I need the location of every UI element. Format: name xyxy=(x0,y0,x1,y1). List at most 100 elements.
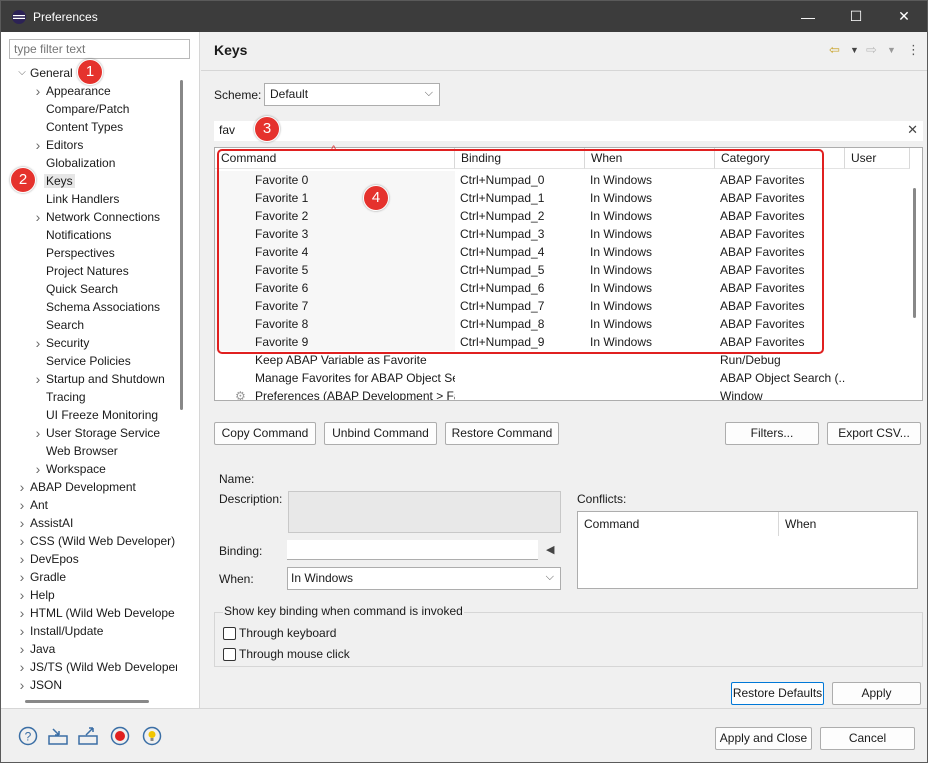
chevron-right-icon[interactable]: › xyxy=(16,514,28,532)
cancel-button[interactable]: Cancel xyxy=(820,727,915,750)
tree-item[interactable]: Schema Associations xyxy=(46,298,160,316)
forward-dropdown-icon[interactable]: ▼ xyxy=(887,45,896,55)
chevron-right-icon[interactable]: › xyxy=(16,532,28,550)
tree-item[interactable]: Project Natures xyxy=(46,262,129,280)
tree-item[interactable]: › JSON xyxy=(20,676,62,694)
back-dropdown-icon[interactable]: ▼ xyxy=(850,45,859,55)
copy-command-button[interactable]: Copy Command xyxy=(214,422,316,445)
chevron-right-icon[interactable]: › xyxy=(32,136,44,154)
chevron-right-icon[interactable]: › xyxy=(16,622,28,640)
tree-item[interactable]: Service Policies xyxy=(46,352,131,370)
record-icon[interactable] xyxy=(109,725,131,747)
scheme-select[interactable]: Default ⌵ xyxy=(264,83,440,106)
tree-vertical-scrollbar[interactable] xyxy=(180,80,183,410)
chevron-right-icon[interactable]: › xyxy=(16,658,28,676)
tree-item[interactable]: › Appearance xyxy=(36,82,111,100)
tree-item[interactable]: Content Types xyxy=(46,118,123,136)
tree-item[interactable]: › Editors xyxy=(36,136,84,154)
tree-item[interactable]: › Ant xyxy=(20,496,48,514)
maximize-button[interactable]: ☐ xyxy=(833,1,879,32)
tree-item[interactable]: › Startup and Shutdown xyxy=(36,370,165,388)
tree-item[interactable]: Search xyxy=(46,316,84,334)
table-row[interactable]: Favorite 8 Ctrl+Numpad_8 In Windows ABAP Fa… xyxy=(215,315,910,333)
tree-horizontal-scrollbar[interactable] xyxy=(25,700,149,703)
apply-button[interactable]: Apply xyxy=(832,682,921,705)
column-when[interactable]: When xyxy=(585,148,715,169)
table-row[interactable]: Favorite 4 Ctrl+Numpad_4 In Windows ABAP Fa… xyxy=(215,243,910,261)
table-row[interactable]: Favorite 0 Ctrl+Numpad_0 In Windows ABAP Fa… xyxy=(215,171,910,189)
restore-command-button[interactable]: Restore Command xyxy=(445,422,559,445)
through-mouse-checkbox[interactable] xyxy=(223,648,236,661)
chevron-right-icon[interactable]: › xyxy=(16,640,28,658)
tree-item[interactable]: › User Storage Service xyxy=(36,424,160,442)
conflict-column-command[interactable]: Command xyxy=(578,512,779,536)
table-row[interactable]: Favorite 3 Ctrl+Numpad_3 In Windows ABAP Fa… xyxy=(215,225,910,243)
chevron-right-icon[interactable]: › xyxy=(16,676,28,694)
table-row[interactable]: Favorite 2 Ctrl+Numpad_2 In Windows ABAP Fa… xyxy=(215,207,910,225)
import-icon[interactable] xyxy=(47,725,69,747)
tree-item[interactable]: › Help xyxy=(20,586,55,604)
minimize-button[interactable]: — xyxy=(785,1,831,32)
binding-input[interactable] xyxy=(287,540,538,560)
binding-menu-icon[interactable]: ◀ xyxy=(546,543,554,556)
tree-item[interactable]: › CSS (Wild Web Developer) xyxy=(20,532,176,550)
chevron-right-icon[interactable]: › xyxy=(16,568,28,586)
tree-item[interactable]: › Network Connections xyxy=(36,208,160,226)
apply-and-close-button[interactable]: Apply and Close xyxy=(715,727,812,750)
export-icon[interactable] xyxy=(77,725,99,747)
table-row[interactable]: Favorite 6 Ctrl+Numpad_6 In Windows ABAP Fa… xyxy=(215,279,910,297)
unbind-command-button[interactable]: Unbind Command xyxy=(324,422,437,445)
conflict-column-when[interactable]: When xyxy=(779,512,839,536)
tree-item[interactable]: Keys xyxy=(44,172,75,190)
column-category[interactable]: Category xyxy=(715,148,845,169)
table-row[interactable]: Keep ABAP Variable as Favorite Run/Debug xyxy=(215,351,910,369)
chevron-right-icon[interactable]: › xyxy=(16,550,28,568)
help-icon[interactable]: ? xyxy=(17,725,39,747)
tree-item[interactable]: Quick Search xyxy=(46,280,118,298)
tree-item[interactable]: Notifications xyxy=(46,226,111,244)
tree-item[interactable]: › HTML (Wild Web Develope xyxy=(20,604,175,622)
when-select[interactable]: In Windows ⌵ xyxy=(287,567,561,590)
filter-input[interactable] xyxy=(9,39,190,59)
tree-item[interactable]: › Gradle xyxy=(20,568,66,586)
tree-item[interactable]: › JS/TS (Wild Web Developer) xyxy=(20,658,177,676)
clear-icon[interactable]: ✕ xyxy=(907,122,918,138)
chevron-right-icon[interactable]: › xyxy=(32,424,44,442)
command-search-input[interactable]: fav ✕ xyxy=(214,121,923,141)
tree-item[interactable]: Tracing xyxy=(46,388,86,406)
back-arrow-icon[interactable]: ⇦ xyxy=(829,42,840,58)
tree-item[interactable]: Compare/Patch xyxy=(46,100,129,118)
export-csv-button[interactable]: Export CSV... xyxy=(827,422,921,445)
table-row[interactable]: Favorite 9 Ctrl+Numpad_9 In Windows ABAP Fa… xyxy=(215,333,910,351)
through-mouse-label[interactable]: Through mouse click xyxy=(239,647,350,661)
filters-button[interactable]: Filters... xyxy=(725,422,819,445)
chevron-right-icon[interactable]: › xyxy=(16,586,28,604)
forward-arrow-icon[interactable]: ⇨ xyxy=(866,42,877,58)
tree-item[interactable]: ⌵ General xyxy=(18,64,73,82)
chevron-down-icon[interactable]: ⌵ xyxy=(16,64,28,82)
view-menu-icon[interactable]: ⋮ xyxy=(907,42,920,58)
tree-item[interactable]: › ABAP Development xyxy=(20,478,136,496)
lightbulb-icon[interactable] xyxy=(141,725,163,747)
chevron-right-icon[interactable]: › xyxy=(32,370,44,388)
table-row[interactable]: Manage Favorites for ABAP Object Sea ABAP… xyxy=(215,369,910,387)
through-keyboard-checkbox[interactable] xyxy=(223,627,236,640)
chevron-right-icon[interactable]: › xyxy=(32,460,44,478)
chevron-right-icon[interactable]: › xyxy=(16,496,28,514)
table-vertical-scrollbar[interactable] xyxy=(913,188,916,318)
tree-item[interactable]: UI Freeze Monitoring xyxy=(46,406,158,424)
table-row[interactable]: Favorite 1 Ctrl+Numpad_1 In Windows ABAP Fa… xyxy=(215,189,910,207)
table-row[interactable]: Favorite 5 Ctrl+Numpad_5 In Windows ABAP Fa… xyxy=(215,261,910,279)
chevron-right-icon[interactable]: › xyxy=(32,82,44,100)
through-keyboard-label[interactable]: Through keyboard xyxy=(239,626,336,640)
tree-item[interactable]: › Security xyxy=(36,334,90,352)
chevron-right-icon[interactable]: › xyxy=(32,208,44,226)
tree-item[interactable]: › Java xyxy=(20,640,56,658)
tree-item[interactable]: › Workspace xyxy=(36,460,106,478)
chevron-right-icon[interactable]: › xyxy=(16,604,28,622)
tree-item[interactable]: Globalization xyxy=(46,154,115,172)
tree-item[interactable]: Web Browser xyxy=(46,442,118,460)
chevron-right-icon[interactable]: › xyxy=(32,334,44,352)
tree-item[interactable]: Link Handlers xyxy=(46,190,119,208)
column-binding[interactable]: Binding xyxy=(455,148,585,169)
